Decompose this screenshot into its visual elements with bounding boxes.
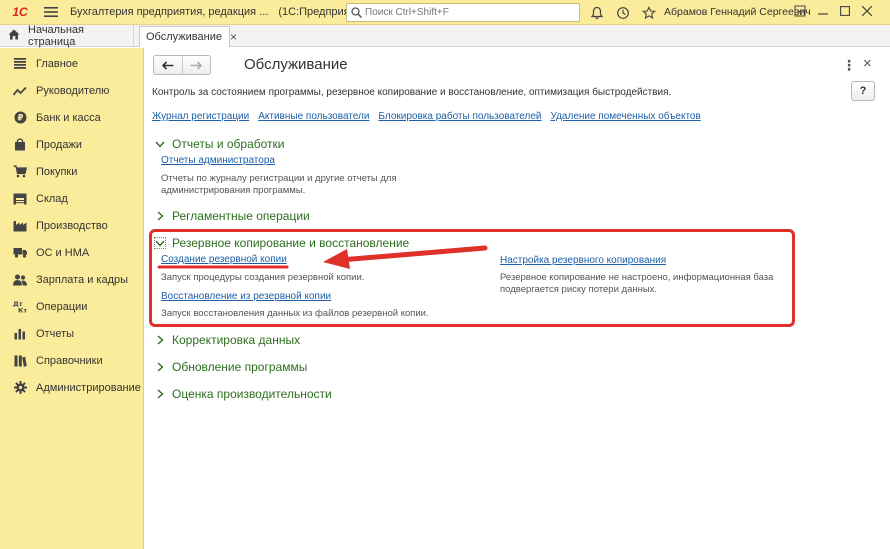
sidebar-item-sales[interactable]: Продажи <box>0 131 143 158</box>
search-icon <box>347 7 365 18</box>
sidebar-item-catalogs[interactable]: Справочники <box>0 347 143 374</box>
sidebar-item-warehouse[interactable]: Склад <box>0 185 143 212</box>
sidebar-item-label: Производство <box>36 219 108 232</box>
ruble-coin-icon: ₽ <box>13 111 27 125</box>
main-menu-icon[interactable] <box>40 0 62 25</box>
tab-maintenance[interactable]: Обслуживание × <box>139 26 237 47</box>
sidebar-item-administration[interactable]: Администрирование <box>0 374 143 401</box>
1c-logo: 1С <box>12 5 28 19</box>
books-icon <box>13 354 27 368</box>
favorites-star-icon[interactable] <box>641 5 657 21</box>
minimize-icon[interactable] <box>818 6 828 19</box>
sidebar-item-label: Отчеты <box>36 327 75 340</box>
sidebar-item-label: Справочники <box>36 354 103 367</box>
tabs-bar: Начальная страница Обслуживание × <box>0 24 890 48</box>
global-search[interactable] <box>346 3 580 22</box>
trend-chart-icon <box>13 84 27 98</box>
bar-chart-icon <box>13 327 27 341</box>
dt-kt-icon: Дт Кт <box>13 300 27 314</box>
people-icon <box>13 273 27 287</box>
maximize-icon[interactable] <box>840 6 850 19</box>
warehouse-icon <box>13 192 27 206</box>
sidebar-item-bank[interactable]: ₽ Банк и касса <box>0 104 143 131</box>
sidebar-item-label: Администрирование <box>36 381 141 394</box>
sidebar-item-label: Главное <box>36 57 79 70</box>
app-title: Бухгалтерия предприятия, редакция ... (1С… <box>70 6 371 18</box>
close-window-icon[interactable] <box>861 5 873 19</box>
cart-icon <box>13 165 27 179</box>
annotation-arrow <box>157 245 488 269</box>
gear-icon <box>13 381 27 395</box>
menu-lines-icon <box>13 57 27 71</box>
main-content: Обслуживание ⋮ × ? Контроль за состояние… <box>145 48 890 549</box>
sidebar-item-label: Руководителю <box>36 84 110 97</box>
svg-text:₽: ₽ <box>17 114 23 124</box>
user-name[interactable]: Абрамов Геннадий Сергеевич <box>664 0 811 25</box>
tab-home[interactable]: Начальная страница <box>0 24 134 48</box>
sidebar-item-manager[interactable]: Руководителю <box>0 77 143 104</box>
tab-maintenance-label: Обслуживание <box>146 31 222 43</box>
sidebar-item-operations[interactable]: Дт Кт Операции <box>0 293 143 320</box>
annotation-arrow-shaft <box>337 245 488 263</box>
tab-home-label: Начальная страница <box>28 24 84 48</box>
sidebar-item-label: ОС и НМА <box>36 246 90 259</box>
sidebar-item-label: Операции <box>36 300 88 313</box>
truck-icon <box>13 246 27 260</box>
sidebar-item-purchases[interactable]: Покупки <box>0 158 143 185</box>
sidebar-item-label: Склад <box>36 192 68 205</box>
sidebar-item-label: Покупки <box>36 165 78 178</box>
sidebar-item-reports[interactable]: Отчеты <box>0 320 143 347</box>
close-tab-icon[interactable]: × <box>230 30 237 44</box>
sidebar-item-production[interactable]: Производство <box>0 212 143 239</box>
history-icon[interactable] <box>615 5 631 21</box>
sidebar-item-label: Зарплата и кадры <box>36 273 129 286</box>
svg-text:Кт: Кт <box>18 307 27 314</box>
sidebar-item-fixed-assets[interactable]: ОС и НМА <box>0 239 143 266</box>
user-menu-icon[interactable] <box>794 5 806 20</box>
shopping-bag-icon <box>13 138 27 152</box>
annotation-arrow-head <box>323 249 350 269</box>
sidebar-item-label: Банк и касса <box>36 111 101 124</box>
sidebar: Главное Руководителю ₽ Банк и касса Прод… <box>0 48 144 549</box>
search-input[interactable] <box>365 7 565 18</box>
home-icon <box>8 29 20 43</box>
app-title-text: Бухгалтерия предприятия, редакция ... <box>70 6 269 18</box>
sidebar-item-salary[interactable]: Зарплата и кадры <box>0 266 143 293</box>
sidebar-item-main[interactable]: Главное <box>0 50 143 77</box>
factory-icon <box>13 219 27 233</box>
sidebar-item-label: Продажи <box>36 138 82 151</box>
title-bar: 1С Бухгалтерия предприятия, редакция ...… <box>0 0 890 25</box>
bell-icon[interactable] <box>589 5 605 21</box>
